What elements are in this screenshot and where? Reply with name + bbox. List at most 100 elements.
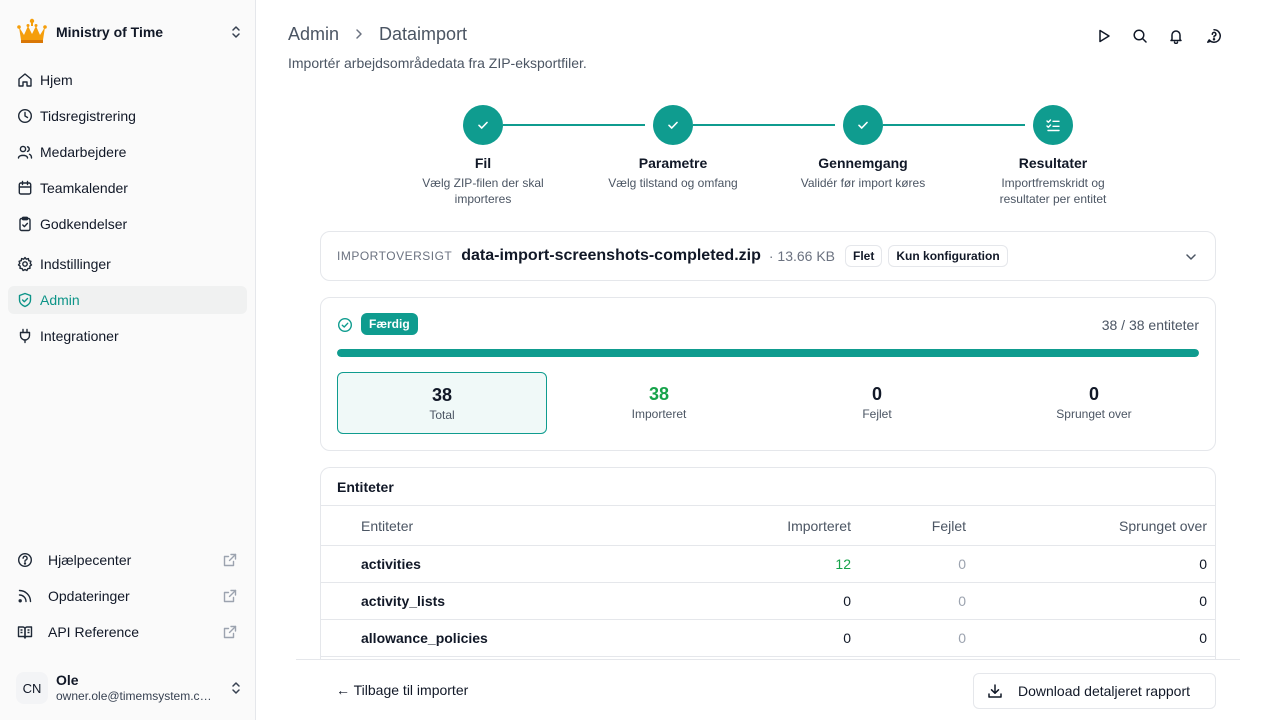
sidebar-item-admin[interactable]: Admin <box>8 286 247 314</box>
stat-imported[interactable]: 38 Importeret <box>554 372 764 434</box>
sidebar-item-label: Integrationer <box>40 328 119 344</box>
table-row[interactable]: activity_lists 0 0 0 <box>321 583 1215 620</box>
chevron-right-icon <box>352 27 366 41</box>
column-header-imported[interactable]: Importeret <box>787 518 851 534</box>
download-icon <box>987 683 1003 699</box>
cell-imported: 0 <box>843 630 851 646</box>
step-resultater-list-check-icon[interactable] <box>1033 105 1073 145</box>
book-icon <box>17 624 33 640</box>
user-name: Ole <box>56 672 79 688</box>
column-header-failed[interactable]: Fejlet <box>932 518 966 534</box>
help-circle-icon <box>17 552 33 568</box>
search-icon[interactable] <box>1131 27 1149 45</box>
file-size: · 13.66 KB <box>768 248 836 264</box>
stat-failed[interactable]: 0 Fejlet <box>772 372 982 434</box>
back-to-imports-button[interactable]: ← Tilbage til importer <box>336 682 468 698</box>
step-title: Gennemgang <box>818 155 908 171</box>
page-subtitle: Importér arbejdsområdedata fra ZIP-ekspo… <box>288 55 587 71</box>
table-header: Entiteter Importeret Fejlet Sprunget ove… <box>321 505 1215 546</box>
breadcrumb: Admin Dataimport <box>288 23 467 45</box>
chevrons-up-down-icon <box>228 680 244 696</box>
step-connector <box>883 124 1025 126</box>
stat-skipped[interactable]: 0 Sprunget over <box>989 372 1199 434</box>
sidebar-item-label: Hjem <box>40 72 73 88</box>
updates-link[interactable]: Opdateringer <box>8 582 247 610</box>
sidebar-item-label: Indstillinger <box>40 256 111 272</box>
stat-value: 38 <box>431 385 453 405</box>
sidebar-item-hjem[interactable]: Hjem <box>8 66 247 94</box>
step-description: Validér før import køres <box>800 176 926 190</box>
step-gennemgang-check-icon[interactable] <box>843 105 883 145</box>
home-icon <box>17 72 33 88</box>
gear-icon <box>17 256 33 272</box>
avatar: CN <box>16 672 48 704</box>
help-chat-icon[interactable] <box>1205 27 1223 45</box>
api-reference-link[interactable]: API Reference <box>8 618 247 646</box>
cell-failed: 0 <box>958 556 966 572</box>
sidebar-item-integrationer[interactable]: Integrationer <box>8 322 247 350</box>
step-connector <box>693 124 835 126</box>
users-icon <box>17 144 33 160</box>
sidebar-item-indstillinger[interactable]: Indstillinger <box>8 250 247 278</box>
footer-item-label: Hjælpecenter <box>48 552 132 568</box>
user-menu[interactable]: CN Ole owner.ole@timemsystem.com <box>16 668 244 708</box>
sidebar-item-medarbejdere[interactable]: Medarbejdere <box>8 138 247 166</box>
cell-imported: 12 <box>835 556 851 572</box>
import-overview-card[interactable]: IMPORTOVERSIGT data-import-screenshots-c… <box>320 231 1216 281</box>
stat-value: 0 <box>1088 384 1099 404</box>
check-circle-icon <box>337 317 353 333</box>
sidebar-item-label: Godkendelser <box>40 216 128 232</box>
cell-failed: 0 <box>958 593 966 609</box>
chevron-down-icon[interactable] <box>1183 249 1199 265</box>
cell-entity: activities <box>361 556 421 572</box>
crown-logo-icon <box>16 16 48 48</box>
org-switcher[interactable]: Ministry of Time <box>16 16 244 48</box>
play-icon[interactable] <box>1095 27 1113 45</box>
step-description: Importfremskridt og resultater per entit… <box>999 176 1107 206</box>
table-row[interactable]: activities 12 0 0 <box>321 546 1215 583</box>
sidebar: Ministry of Time Hjem Tidsregistrering M… <box>0 0 256 720</box>
sidebar-item-teamkalender[interactable]: Teamkalender <box>8 174 247 202</box>
user-email: owner.ole@timemsystem.com <box>56 689 216 703</box>
stat-value: 0 <box>871 384 882 404</box>
column-header-entity[interactable]: Entiteter <box>361 518 413 534</box>
step-description: Vælg tilstand og omfang <box>608 176 738 190</box>
step-title: Parametre <box>638 155 708 171</box>
cell-skipped: 0 <box>1199 593 1207 609</box>
breadcrumb-admin[interactable]: Admin <box>288 24 339 45</box>
external-link-icon <box>222 588 238 604</box>
stat-total[interactable]: 38 Total <box>337 372 547 434</box>
entities-card: Entiteter Entiteter Importeret Fejlet Sp… <box>320 467 1216 687</box>
step-connector <box>503 124 645 126</box>
sidebar-item-label: Medarbejdere <box>40 144 127 160</box>
cell-failed: 0 <box>958 630 966 646</box>
progress-fill <box>337 349 1199 357</box>
org-name: Ministry of Time <box>56 24 164 40</box>
download-label: Download detaljeret rapport <box>1018 683 1190 699</box>
download-report-button[interactable]: Download detaljeret rapport <box>973 673 1216 709</box>
overview-label: IMPORTOVERSIGT <box>337 249 453 263</box>
cell-entity: activity_lists <box>361 593 446 609</box>
cell-entity: allowance_policies <box>361 630 488 646</box>
step-fil-check-icon[interactable] <box>463 105 503 145</box>
rss-icon <box>17 588 33 604</box>
mode-chip: Flet <box>845 245 883 267</box>
step-parametre-check-icon[interactable] <box>653 105 693 145</box>
sidebar-item-label: Admin <box>40 292 80 308</box>
bell-icon[interactable] <box>1167 27 1185 45</box>
footer-item-label: API Reference <box>48 624 140 640</box>
step-description: Vælg ZIP-filen der skal importeres <box>422 176 544 206</box>
sidebar-item-label: Tidsregistrering <box>40 108 136 124</box>
file-name: data-import-screenshots-completed.zip <box>461 247 761 264</box>
cell-imported: 0 <box>843 593 851 609</box>
sidebar-item-godkendelser[interactable]: Godkendelser <box>8 210 247 238</box>
cell-skipped: 0 <box>1199 556 1207 572</box>
stat-label: Total <box>429 408 455 422</box>
sidebar-item-tidsregistrering[interactable]: Tidsregistrering <box>8 102 247 130</box>
help-center-link[interactable]: Hjælpecenter <box>8 546 247 574</box>
column-header-skipped[interactable]: Sprunget over <box>1119 518 1207 534</box>
chevrons-up-down-icon <box>228 24 244 40</box>
sidebar-item-label: Teamkalender <box>40 180 128 196</box>
external-link-icon <box>222 624 238 640</box>
table-row[interactable]: allowance_policies 0 0 0 <box>321 620 1215 657</box>
